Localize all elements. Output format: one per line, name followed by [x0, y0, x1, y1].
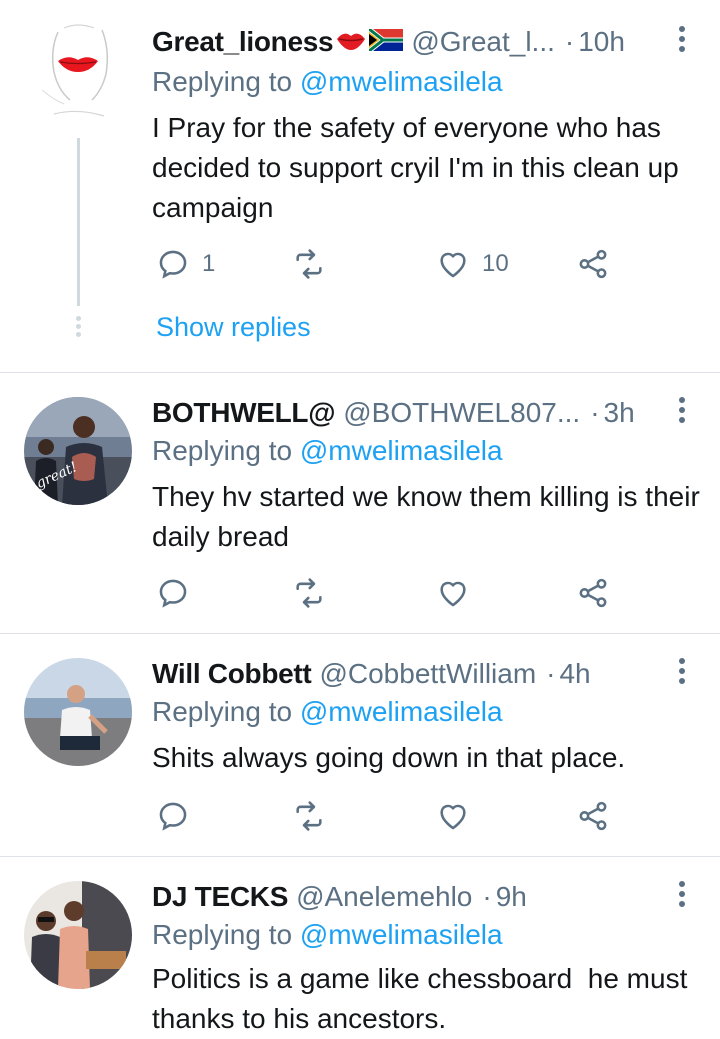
share-button[interactable]: [576, 573, 610, 613]
bothwell-photo-avatar: great!: [24, 397, 132, 505]
replying-to: Replying to @mwelimasilela: [152, 435, 503, 467]
handle[interactable]: @BOTHWEL807...: [343, 397, 580, 429]
will-cobbett-photo-avatar: [24, 658, 132, 766]
tweet-actions: 1 10: [152, 244, 632, 284]
share-button[interactable]: [576, 796, 610, 836]
separator-dot: ·: [564, 26, 575, 57]
retweet-icon: [296, 801, 322, 831]
more-options-icon[interactable]: [674, 22, 690, 62]
reply-icon: [159, 802, 187, 831]
retweet-icon: [296, 578, 322, 608]
replying-prefix: Replying to: [152, 66, 293, 97]
tweet-1[interactable]: Great_lioness @Great_l... · 10h Replying…: [0, 0, 720, 373]
tweet-text: They hv started we know them killing is …: [152, 481, 700, 552]
retweet-button[interactable]: [292, 796, 338, 836]
reply-count: 1: [202, 250, 216, 277]
replying-to: Replying to @mwelimasilela: [152, 66, 503, 98]
heart-icon: [440, 252, 466, 278]
timestamp[interactable]: 9h: [496, 881, 527, 913]
tweet-text: I Pray for the safety of everyone who ha…: [152, 112, 679, 223]
avatar[interactable]: [24, 658, 132, 766]
tweet-text: Politics is a game like chessboard he mu…: [152, 963, 696, 1034]
more-options-icon[interactable]: [674, 877, 690, 917]
heart-icon: [440, 804, 466, 830]
timestamp[interactable]: 3h: [604, 397, 635, 429]
mention-link[interactable]: @mwelimasilela: [300, 696, 503, 727]
retweet-button[interactable]: [292, 573, 338, 613]
replying-to: Replying to @mwelimasilela: [152, 696, 503, 728]
tweet-2[interactable]: great! BOTHWELL@ @BOTHWEL807... · 3h Rep…: [0, 373, 720, 634]
separator-dot: ·: [546, 658, 556, 689]
heart-icon: [440, 581, 466, 607]
tweet-header: Great_lioness @Great_l... · 10h: [152, 22, 642, 62]
display-name[interactable]: BOTHWELL@: [152, 397, 336, 429]
thread-dots: [76, 316, 81, 340]
reply-icon: [159, 579, 187, 608]
tweet-header: BOTHWELL@ @BOTHWEL807... · 3h: [152, 393, 642, 433]
avatar[interactable]: great!: [24, 397, 132, 505]
tweet-3[interactable]: Will Cobbett @CobbettWilliam · 4h Replyi…: [0, 634, 720, 857]
more-options-icon[interactable]: [674, 393, 690, 433]
replying-prefix: Replying to: [152, 696, 293, 727]
separator-dot: ·: [482, 881, 492, 912]
reply-button[interactable]: 1: [156, 244, 215, 284]
like-button[interactable]: 10: [436, 244, 509, 284]
south-africa-flag-icon: [367, 26, 404, 58]
display-name[interactable]: Will Cobbett: [152, 658, 312, 690]
reply-button[interactable]: [156, 573, 202, 613]
share-button[interactable]: [576, 244, 610, 284]
like-button[interactable]: [436, 573, 482, 613]
handle[interactable]: @Great_l...: [411, 26, 555, 58]
dj-tecks-photo-avatar: [24, 881, 132, 989]
separator-dot: ·: [590, 397, 600, 428]
share-icon: [579, 801, 607, 831]
reply-icon: [159, 250, 187, 279]
replying-prefix: Replying to: [152, 919, 293, 950]
tweet-actions: [152, 573, 632, 613]
tweet-text: Shits always going down in that place.: [152, 742, 626, 773]
share-icon: [579, 249, 607, 279]
display-name[interactable]: Great_lioness: [152, 26, 334, 58]
timestamp[interactable]: 4h: [559, 658, 590, 690]
handle[interactable]: @Anelemehlo: [296, 881, 472, 913]
handle[interactable]: @CobbettWilliam: [319, 658, 536, 690]
like-button[interactable]: [436, 796, 482, 836]
tweet-actions: [152, 796, 632, 836]
mention-link[interactable]: @mwelimasilela: [300, 919, 503, 950]
tweet-4[interactable]: DJ TECKS @Anelemehlo · 9h Replying to @m…: [0, 857, 720, 1039]
tweet-header: DJ TECKS @Anelemehlo · 9h: [152, 877, 642, 917]
avatar[interactable]: [24, 881, 132, 989]
retweet-button[interactable]: [292, 244, 338, 284]
replying-prefix: Replying to: [152, 435, 293, 466]
lioness-sketch-avatar: [24, 20, 132, 128]
tweet-header: Will Cobbett @CobbettWilliam · 4h: [152, 654, 642, 694]
avatar[interactable]: [24, 20, 132, 128]
reply-button[interactable]: [156, 796, 202, 836]
share-icon: [579, 578, 607, 608]
more-options-icon[interactable]: [674, 654, 690, 694]
thread-line: [77, 138, 80, 306]
display-name[interactable]: DJ TECKS: [152, 881, 288, 913]
like-count: 10: [482, 250, 509, 277]
lips-emoji-icon: [335, 26, 367, 58]
show-replies-link[interactable]: Show replies: [156, 312, 311, 343]
timestamp[interactable]: 10h: [578, 26, 625, 58]
retweet-icon: [296, 249, 322, 279]
mention-link[interactable]: @mwelimasilela: [300, 66, 503, 97]
mention-link[interactable]: @mwelimasilela: [300, 435, 503, 466]
replying-to: Replying to @mwelimasilela: [152, 919, 503, 951]
